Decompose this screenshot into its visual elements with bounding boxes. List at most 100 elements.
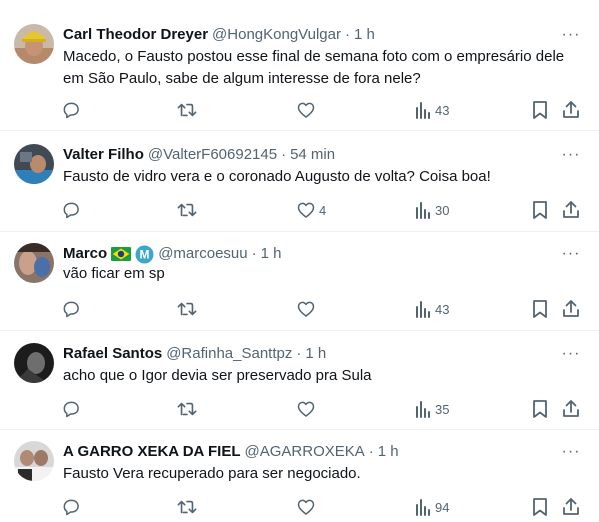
more-icon[interactable]: ···: [559, 25, 583, 45]
timestamp[interactable]: 1 h: [378, 442, 399, 462]
user-handle[interactable]: @AGARROXEKA: [245, 442, 365, 462]
display-name[interactable]: Valter Filho: [63, 145, 144, 165]
reply-icon: [61, 200, 81, 220]
like-button[interactable]: [296, 297, 319, 321]
m-logo-icon: M: [135, 245, 154, 264]
reply-icon: [61, 299, 81, 319]
retweet-icon: [176, 200, 198, 220]
views-button[interactable]: 94: [414, 495, 449, 519]
avatar[interactable]: [14, 144, 54, 184]
reply-icon: [61, 100, 81, 120]
tweet[interactable]: Marco M @marcoesuu · 1 h ··· vão ficar e…: [0, 232, 599, 331]
user-handle[interactable]: @Rafinha_Santtpz: [166, 344, 292, 364]
display-name[interactable]: Marco: [63, 244, 107, 264]
share-icon: [561, 497, 581, 517]
tweet-actions: 94: [0, 495, 599, 519]
share-button[interactable]: [561, 495, 581, 519]
brazil-flag-icon: [111, 247, 132, 261]
like-button[interactable]: [296, 98, 319, 122]
separator-dot: ·: [344, 26, 350, 43]
retweet-button[interactable]: [176, 397, 201, 421]
like-button[interactable]: [296, 495, 319, 519]
views-button[interactable]: 43: [414, 98, 449, 122]
display-name[interactable]: Carl Theodor Dreyer: [63, 25, 208, 45]
tweet[interactable]: Rafael Santos @Rafinha_Santtpz · 1 h ···…: [0, 331, 599, 430]
svg-text:M: M: [140, 247, 150, 261]
reply-button[interactable]: [61, 495, 84, 519]
tweet-actions: 35: [0, 397, 599, 421]
separator-dot: ·: [296, 345, 302, 362]
reply-button[interactable]: [61, 98, 84, 122]
tweet[interactable]: A GARRO XEKA DA FIEL @AGARROXEKA · 1 h ·…: [0, 430, 599, 522]
like-icon: [296, 399, 316, 419]
user-handle[interactable]: @ValterF60692145: [148, 145, 277, 165]
more-icon[interactable]: ···: [559, 244, 583, 264]
retweet-button[interactable]: [176, 98, 201, 122]
share-button[interactable]: [561, 198, 581, 222]
like-button[interactable]: 4: [296, 198, 326, 222]
tweet-text: acho que o Igor devia ser preservado pra…: [63, 367, 372, 384]
tweet-text: Fausto Vera recuperado para ser negociad…: [63, 465, 361, 482]
more-icon[interactable]: ···: [559, 442, 583, 462]
share-button[interactable]: [561, 297, 581, 321]
bookmark-button[interactable]: [532, 98, 548, 122]
avatar[interactable]: [14, 24, 54, 64]
user-handle[interactable]: @HongKongVulgar: [212, 25, 341, 45]
retweet-button[interactable]: [176, 297, 201, 321]
views-button[interactable]: 30: [414, 198, 449, 222]
tweet-header: Valter Filho @ValterF60692145 · 54 min: [63, 145, 553, 165]
bookmark-icon: [532, 399, 548, 419]
views-icon: [414, 200, 432, 220]
views-icon: [414, 100, 432, 120]
views-button[interactable]: 35: [414, 397, 449, 421]
views-button[interactable]: 43: [414, 297, 449, 321]
view-count: 30: [435, 202, 450, 218]
bookmark-button[interactable]: [532, 198, 548, 222]
reply-button[interactable]: [61, 297, 84, 321]
tweet-text: Fausto de vidro vera e o coronado August…: [63, 168, 491, 185]
retweet-button[interactable]: [176, 198, 201, 222]
tweet-header: Marco M @marcoesuu · 1 h: [63, 244, 553, 264]
retweet-button[interactable]: [176, 495, 201, 519]
view-count: 43: [435, 301, 450, 317]
tweet[interactable]: Valter Filho @ValterF60692145 · 54 min ·…: [0, 131, 599, 232]
tweet-header: Rafael Santos @Rafinha_Santtpz · 1 h: [63, 344, 553, 364]
avatar[interactable]: [14, 441, 54, 481]
views-icon: [414, 497, 432, 517]
share-icon: [561, 200, 581, 220]
avatar[interactable]: [14, 343, 54, 383]
timestamp[interactable]: 54 min: [290, 145, 335, 165]
timestamp[interactable]: 1 h: [354, 25, 375, 45]
retweet-icon: [176, 399, 198, 419]
timestamp[interactable]: 1 h: [305, 344, 326, 364]
timestamp[interactable]: 1 h: [261, 244, 282, 264]
like-icon: [296, 299, 316, 319]
bookmark-icon: [532, 100, 548, 120]
like-count: 4: [319, 202, 327, 218]
display-name[interactable]: Rafael Santos: [63, 344, 162, 364]
like-button[interactable]: [296, 397, 319, 421]
reply-button[interactable]: [61, 198, 84, 222]
more-icon[interactable]: ···: [559, 145, 583, 165]
bookmark-icon: [532, 299, 548, 319]
view-count: 94: [435, 499, 450, 515]
share-icon: [561, 399, 581, 419]
tweet-actions: 43: [0, 98, 599, 122]
tweet-header: A GARRO XEKA DA FIEL @AGARROXEKA · 1 h: [63, 442, 553, 462]
tweet[interactable]: Carl Theodor Dreyer @HongKongVulgar · 1 …: [0, 0, 599, 131]
display-name[interactable]: A GARRO XEKA DA FIEL: [63, 442, 241, 462]
reply-icon: [61, 497, 81, 517]
user-handle[interactable]: @marcoesuu: [158, 244, 247, 264]
retweet-icon: [176, 299, 198, 319]
share-button[interactable]: [561, 98, 581, 122]
tweet-actions: 43: [0, 297, 599, 321]
view-count: 43: [435, 102, 450, 118]
bookmark-button[interactable]: [532, 495, 548, 519]
bookmark-button[interactable]: [532, 297, 548, 321]
reply-icon: [61, 399, 81, 419]
more-icon[interactable]: ···: [559, 344, 583, 364]
avatar[interactable]: [14, 243, 54, 283]
share-button[interactable]: [561, 397, 581, 421]
bookmark-button[interactable]: [532, 397, 548, 421]
reply-button[interactable]: [61, 397, 84, 421]
